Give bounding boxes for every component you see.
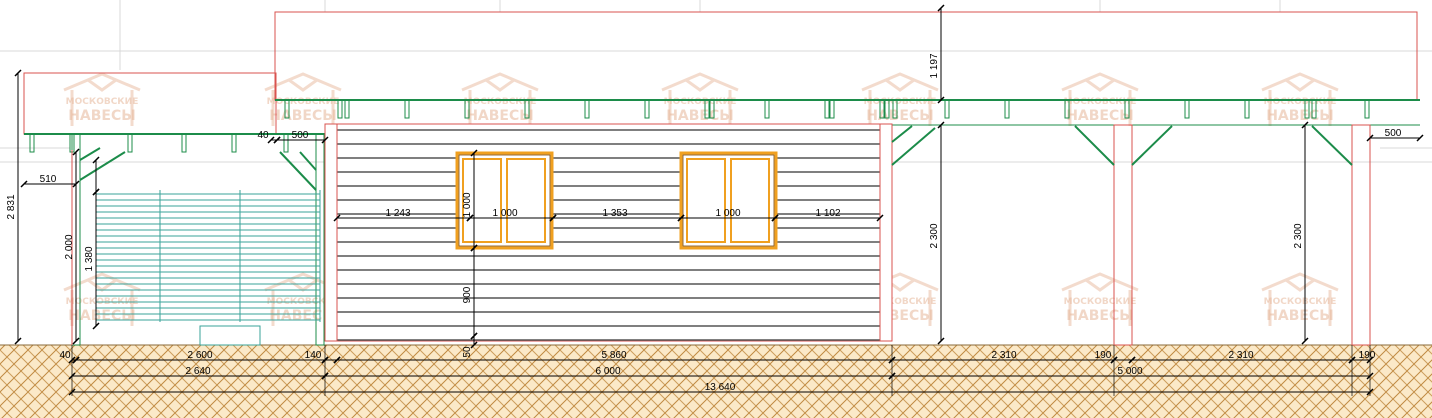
dim-label: 500 bbox=[292, 130, 309, 141]
watermark-line2: НАВЕСЫ bbox=[1266, 308, 1334, 324]
left-brace-2 bbox=[279, 151, 317, 191]
window-frame bbox=[679, 151, 778, 250]
bench-base bbox=[199, 325, 261, 346]
dim-label: 1 000 bbox=[492, 208, 517, 219]
watermark-line2: НАВЕСЫ bbox=[1266, 108, 1334, 124]
right-brace-2a bbox=[1311, 125, 1353, 166]
watermark-line2: НАВЕСЫ bbox=[866, 108, 934, 124]
watermark-line1: МОСКОВСКИЕ bbox=[664, 97, 737, 107]
watermark: МОСКОВСКИЕНАВЕСЫ bbox=[63, 272, 141, 326]
dim-label: 2 000 bbox=[64, 234, 75, 259]
house bbox=[324, 123, 893, 342]
dim-label: 5 860 bbox=[601, 350, 626, 361]
dim-label: 1 353 bbox=[602, 208, 627, 219]
rafter-tail bbox=[1244, 99, 1250, 119]
dim-label: 13 640 bbox=[705, 382, 736, 393]
dim-label: 40 bbox=[257, 130, 269, 141]
watermark-line1: МОСКОВСКИЕ bbox=[267, 97, 340, 107]
main-rafter-tails bbox=[284, 99, 1370, 119]
dim-label: 6 000 bbox=[595, 366, 620, 377]
watermark-line2: НАВЕСЫ bbox=[68, 108, 136, 124]
house-wall bbox=[324, 123, 893, 342]
dim-label: 1 000 bbox=[715, 208, 740, 219]
rafter-tail bbox=[344, 99, 350, 119]
dim-label: 500 bbox=[1385, 128, 1402, 139]
watermark: МОСКОВСКИЕНАВЕСЫ bbox=[1261, 272, 1339, 326]
dim-label: 140 bbox=[305, 350, 322, 361]
dim-label: 2 640 bbox=[185, 366, 210, 377]
left-roof bbox=[23, 72, 277, 135]
watermark-line2: НАВЕСЫ bbox=[68, 308, 136, 324]
dim-label: 50 bbox=[462, 346, 473, 358]
watermark-line2: НАВЕСЫ bbox=[269, 108, 337, 124]
dim-label: 2 600 bbox=[187, 350, 212, 361]
dim-label: 900 bbox=[462, 286, 473, 303]
rafter-tail bbox=[127, 133, 133, 153]
dim-label: 510 bbox=[40, 174, 57, 185]
right-brace-house bbox=[891, 125, 936, 166]
dim-label: 190 bbox=[1359, 350, 1376, 361]
dim-label: 1 197 bbox=[929, 53, 940, 78]
dim-label: 2 300 bbox=[1293, 223, 1304, 248]
watermark-line2: НАВЕСЫ bbox=[466, 108, 534, 124]
watermark: МОСКОВСКИЕНАВЕСЫ bbox=[1061, 272, 1139, 326]
watermark-line1: МОСКОВСКИЕ bbox=[1264, 97, 1337, 107]
rafter-tail bbox=[283, 133, 289, 153]
rafter-tail bbox=[1004, 99, 1010, 119]
dim-label: 1 243 bbox=[385, 208, 410, 219]
rafter-tail bbox=[829, 99, 835, 119]
rafter-tail bbox=[944, 99, 950, 119]
right-brace-1a bbox=[1074, 125, 1115, 166]
dim-label: 5 000 bbox=[1117, 366, 1142, 377]
left-rafter-tails bbox=[29, 133, 289, 153]
watermark-line1: МОСКОВСКИЕ bbox=[1264, 297, 1337, 307]
dim-label: 1 000 bbox=[462, 192, 473, 217]
right-brace-1b bbox=[1131, 125, 1173, 166]
dim-label: 1 102 bbox=[815, 208, 840, 219]
window bbox=[679, 151, 778, 250]
rafter-tail bbox=[1184, 99, 1190, 119]
woodpile-slats bbox=[95, 190, 321, 322]
rafter-tail bbox=[644, 99, 650, 119]
rafter-tail bbox=[764, 99, 770, 119]
left-brace-1 bbox=[79, 147, 126, 181]
dim-label: 2 310 bbox=[991, 350, 1016, 361]
rafter-tail bbox=[644, 99, 650, 119]
rafter-tail bbox=[181, 133, 187, 153]
dim-label: 2 831 bbox=[6, 194, 17, 219]
watermark-line2: НАВЕСЫ bbox=[666, 108, 734, 124]
dim-label: 2 300 bbox=[929, 223, 940, 248]
watermark-line1: МОСКОВСКИЕ bbox=[864, 97, 937, 107]
watermark-line1: МОСКОВСКИЕ bbox=[66, 97, 139, 107]
watermark-line1: МОСКОВСКИЕ bbox=[1064, 297, 1137, 307]
elevation-drawing: МОСКОВСКИЕНАВЕСЫМОСКОВСКИЕНАВЕСЫМОСКОВСК… bbox=[0, 0, 1432, 418]
rafter-tail bbox=[404, 99, 410, 119]
rafter-tail bbox=[29, 133, 35, 153]
dim-label: 40 bbox=[59, 350, 71, 361]
watermark-line2: НАВЕСЫ bbox=[1066, 108, 1134, 124]
dim-label: 2 310 bbox=[1228, 350, 1253, 361]
rafter-tail bbox=[824, 99, 830, 119]
right-post-2 bbox=[1351, 124, 1371, 346]
rafter-tail bbox=[1364, 99, 1370, 119]
rafter-tail bbox=[584, 99, 590, 119]
dim-label: 1 380 bbox=[84, 246, 95, 271]
dim-label: 190 bbox=[1095, 350, 1112, 361]
watermark: МОСКОВСКИЕНАВЕСЫ bbox=[63, 72, 141, 126]
main-roof bbox=[274, 11, 1420, 126]
watermark-line2: НАВЕСЫ bbox=[1066, 308, 1134, 324]
roof-gable bbox=[274, 11, 1418, 101]
rafter-tail bbox=[231, 133, 237, 153]
